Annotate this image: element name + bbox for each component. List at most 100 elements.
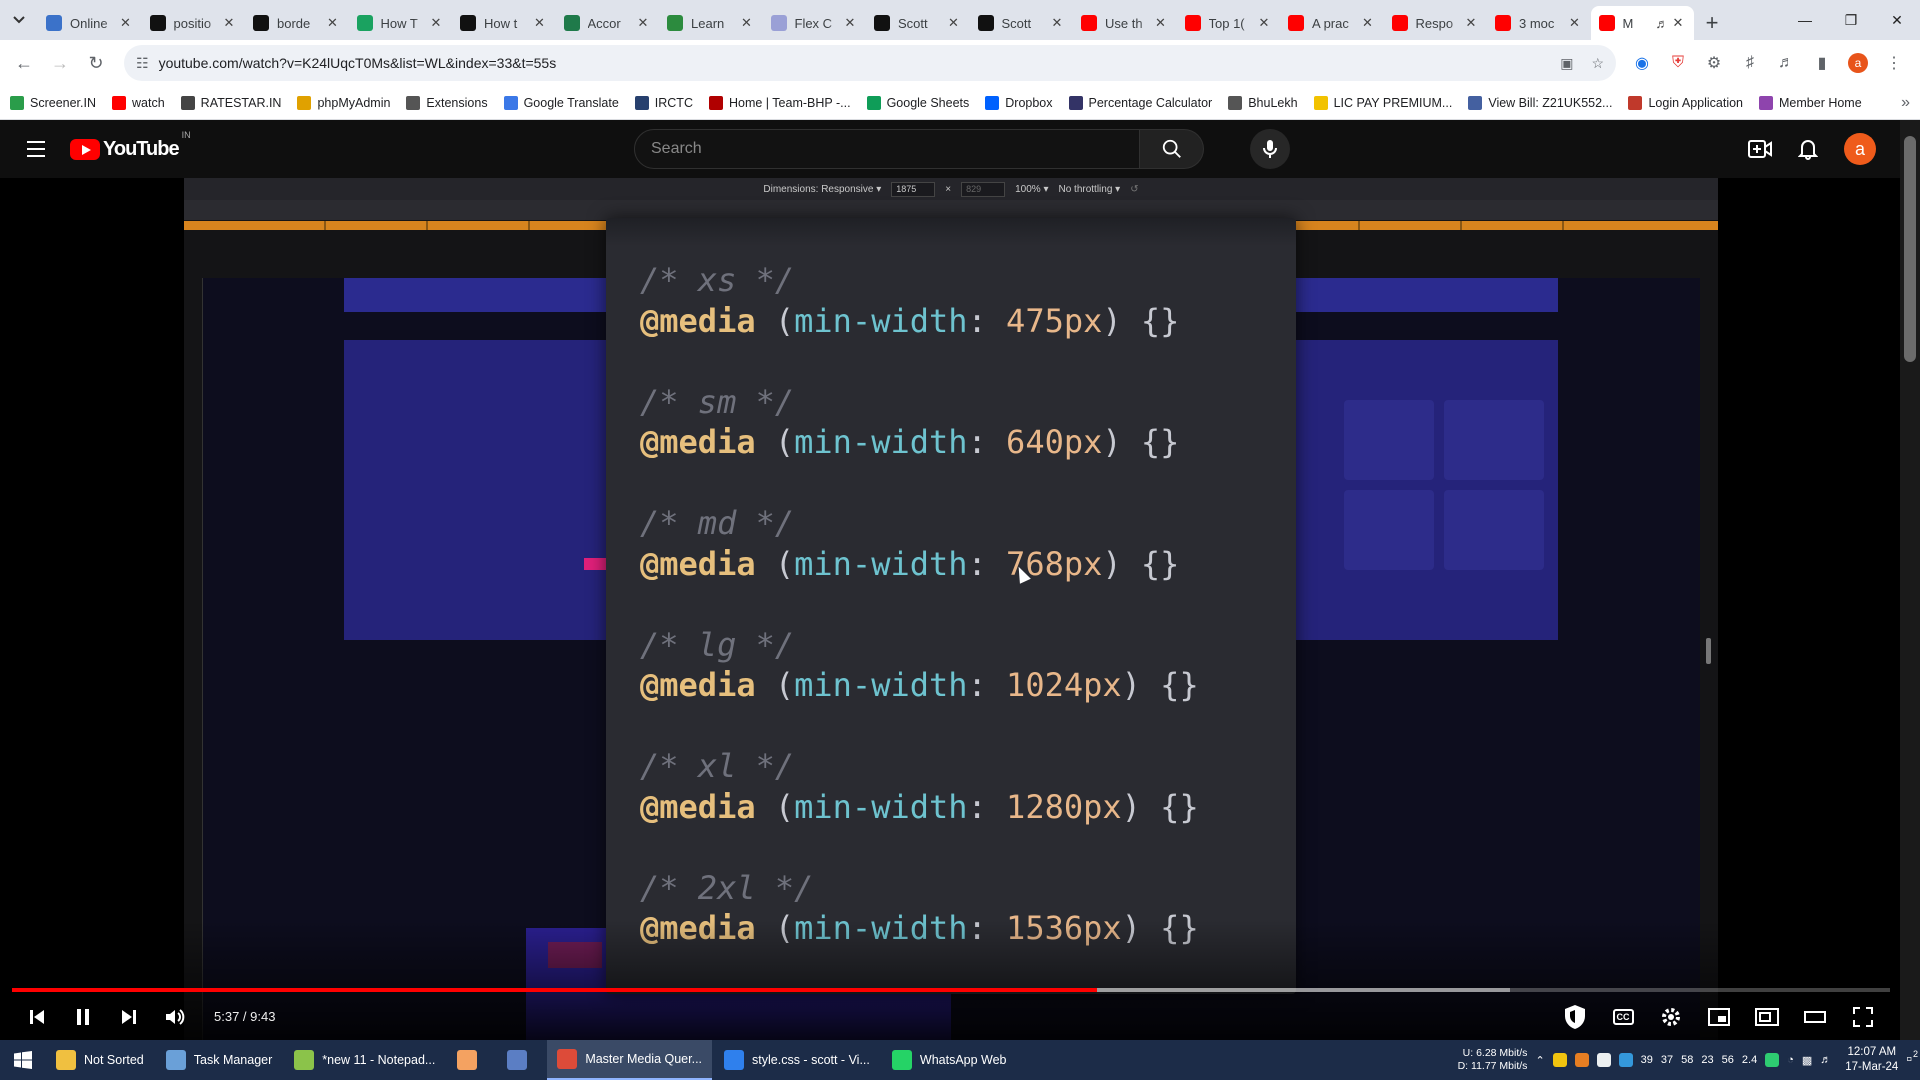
browser-tab[interactable]: Accor ✕	[556, 6, 660, 40]
bookmark-star-icon[interactable]: ☆	[1591, 55, 1604, 72]
bookmark-item[interactable]: phpMyAdmin	[297, 95, 390, 110]
youtube-logo[interactable]: YouTube IN	[70, 130, 191, 161]
browser-tab[interactable]: positio ✕	[142, 6, 246, 40]
tab-close-icon[interactable]: ✕	[1670, 15, 1686, 31]
mute-button[interactable]	[152, 994, 198, 1040]
browser-tab[interactable]: Online ✕	[38, 6, 142, 40]
page-scrollbar[interactable]	[1900, 120, 1920, 1040]
install-app-icon[interactable]: ▣	[1560, 55, 1573, 72]
extension-shield-icon[interactable]: ⛨	[1660, 47, 1696, 79]
settings-button[interactable]	[1648, 994, 1694, 1040]
bookmark-item[interactable]: IRCTC	[634, 95, 693, 110]
browser-tab[interactable]: M ♬ ✕	[1590, 6, 1694, 40]
tray-expand-icon[interactable]: ⌃	[1535, 1054, 1544, 1067]
tray-app-icon[interactable]	[1618, 1053, 1633, 1067]
tab-close-icon[interactable]: ✕	[635, 15, 651, 31]
browser-tab[interactable]: Scott ✕	[970, 6, 1074, 40]
tray-app-icon[interactable]	[1765, 1053, 1780, 1067]
browser-tab[interactable]: 3 moc ✕	[1487, 6, 1591, 40]
tray-app-icon[interactable]	[1596, 1053, 1611, 1067]
pause-button[interactable]	[60, 994, 106, 1040]
bookmark-item[interactable]: Dropbox	[985, 95, 1053, 110]
voice-search-button[interactable]	[1250, 129, 1290, 169]
create-button[interactable]	[1740, 129, 1780, 169]
notifications-button[interactable]	[1788, 129, 1828, 169]
browser-tab[interactable]: A prac ✕	[1280, 6, 1384, 40]
browser-tab[interactable]: How T ✕	[349, 6, 453, 40]
bookmark-item[interactable]: Google Sheets	[866, 95, 969, 110]
search-button[interactable]	[1140, 129, 1204, 169]
start-button[interactable]	[0, 1040, 46, 1080]
taskbar-app[interactable]: Master Media Quer...	[547, 1040, 713, 1080]
bookmark-item[interactable]: LIC PAY PREMIUM...	[1313, 95, 1452, 110]
site-info-icon[interactable]: ☷	[136, 55, 149, 72]
tab-close-icon[interactable]: ✕	[532, 15, 548, 31]
fullscreen-button[interactable]	[1840, 994, 1886, 1040]
taskbar-app[interactable]: Not Sorted	[46, 1040, 154, 1080]
taskbar-app[interactable]: *new 11 - Notepad...	[284, 1040, 445, 1080]
new-tab-button[interactable]: +	[1694, 6, 1730, 40]
tab-close-icon[interactable]: ✕	[1049, 15, 1065, 31]
tab-close-icon[interactable]: ✕	[946, 15, 962, 31]
bookmark-item[interactable]: Login Application	[1628, 95, 1743, 110]
tab-close-icon[interactable]: ✕	[1463, 15, 1479, 31]
media-control-icon[interactable]: ♬	[1768, 47, 1804, 79]
browser-tab[interactable]: Learn ✕	[659, 6, 763, 40]
wifi-icon[interactable]: ◔	[1787, 1054, 1794, 1066]
tab-close-icon[interactable]: ✕	[118, 15, 134, 31]
tab-close-icon[interactable]: ✕	[1256, 15, 1272, 31]
forward-button[interactable]: →	[44, 47, 76, 79]
speaker-icon[interactable]: ♬	[1820, 1054, 1831, 1066]
extension-icon-1[interactable]: ◉	[1624, 47, 1660, 79]
previous-button[interactable]	[14, 994, 60, 1040]
url-text[interactable]: youtube.com/watch?v=K24lUqcT0Ms&list=WL&…	[159, 55, 557, 71]
miniplayer-button[interactable]	[1696, 994, 1742, 1040]
network-icon[interactable]: ▩	[1802, 1054, 1812, 1067]
side-panel-icon[interactable]: ▮	[1804, 47, 1840, 79]
browser-tab[interactable]: Flex C ✕	[763, 6, 867, 40]
next-button[interactable]	[106, 994, 152, 1040]
video-frame[interactable]: Dimensions: Responsive ▾ 1875 × 829 100%…	[184, 178, 1718, 1040]
extensions-puzzle-icon[interactable]: ♯	[1732, 47, 1768, 79]
bookmark-item[interactable]: Google Translate	[503, 95, 619, 110]
tray-app-icon[interactable]	[1552, 1053, 1567, 1067]
tab-close-icon[interactable]: ✕	[1567, 15, 1583, 31]
tab-close-icon[interactable]: ✕	[221, 15, 237, 31]
bookmark-item[interactable]: Extensions	[406, 95, 488, 110]
back-button[interactable]: ←	[8, 47, 40, 79]
bookmark-item[interactable]: BhuLekh	[1228, 95, 1298, 110]
adblock-shield-button[interactable]	[1552, 994, 1598, 1040]
video-player[interactable]: Dimensions: Responsive ▾ 1875 × 829 100%…	[0, 178, 1900, 1040]
bookmark-item[interactable]: Screener.IN	[10, 95, 96, 110]
reload-button[interactable]: ↻	[80, 47, 112, 79]
taskbar-app[interactable]: Task Manager	[156, 1040, 283, 1080]
bookmark-item[interactable]: Home | Team-BHP -...	[708, 95, 851, 110]
more-bookmarks-icon[interactable]: »	[1901, 94, 1910, 112]
tab-close-icon[interactable]: ✕	[1360, 15, 1376, 31]
progress-bar[interactable]	[12, 988, 1890, 992]
bookmark-item[interactable]: View Bill: Z21UK552...	[1468, 95, 1612, 110]
tab-close-icon[interactable]: ✕	[428, 15, 444, 31]
profile-button[interactable]: a	[1840, 47, 1876, 79]
bookmark-item[interactable]: RATESTAR.IN	[180, 95, 281, 110]
tab-close-icon[interactable]: ✕	[325, 15, 341, 31]
clock[interactable]: 12:07 AM 17-Mar-24	[1845, 1045, 1898, 1075]
account-avatar[interactable]: a	[1844, 133, 1876, 165]
extension-icon-2[interactable]: ⚙	[1696, 47, 1732, 79]
browser-tab[interactable]: borde ✕	[245, 6, 349, 40]
taskbar-app[interactable]: WhatsApp Web	[882, 1040, 1017, 1080]
tab-close-icon[interactable]: ✕	[1153, 15, 1169, 31]
tab-search-button[interactable]	[0, 0, 38, 40]
browser-tab[interactable]: Use th ✕	[1073, 6, 1177, 40]
wide-mode-button[interactable]	[1792, 994, 1838, 1040]
tab-close-icon[interactable]: ✕	[842, 15, 858, 31]
menu-icon[interactable]	[16, 129, 56, 169]
browser-tab[interactable]: Top 1(✕	[1177, 6, 1281, 40]
notifications-icon[interactable]: ▫ 2	[1906, 1049, 1918, 1069]
taskbar-app[interactable]: style.css - scott - Vi...	[714, 1040, 880, 1080]
address-bar[interactable]: ☷ youtube.com/watch?v=K24lUqcT0Ms&list=W…	[124, 45, 1616, 81]
minimize-button[interactable]: —	[1782, 0, 1828, 40]
tab-audio-icon[interactable]: ♬	[1654, 16, 1670, 31]
scrollbar-thumb[interactable]	[1904, 136, 1916, 362]
search-input[interactable]	[634, 129, 1140, 169]
